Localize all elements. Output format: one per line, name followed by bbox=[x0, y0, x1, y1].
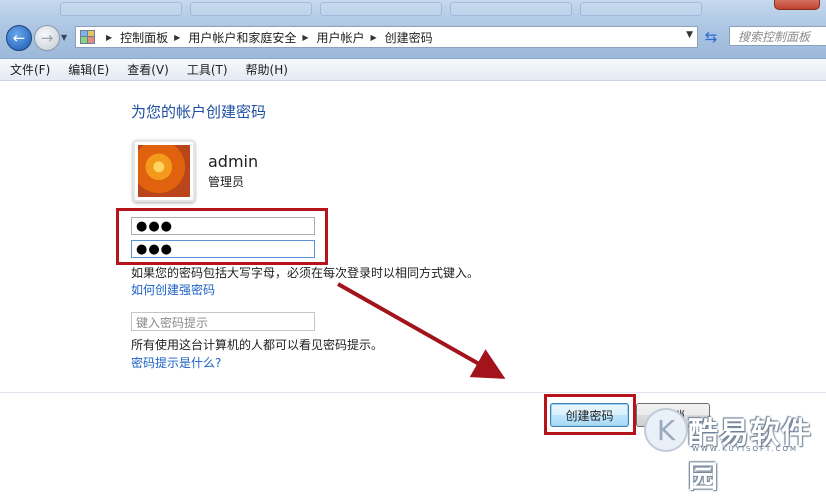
site-watermark: K 酷易软件园 WWW.KUYISOFT.COM bbox=[640, 406, 826, 495]
watermark-url: WWW.KUYISOFT.COM bbox=[692, 445, 799, 453]
annotation-arrow bbox=[337, 282, 506, 379]
k-logo-icon: K bbox=[646, 410, 686, 450]
